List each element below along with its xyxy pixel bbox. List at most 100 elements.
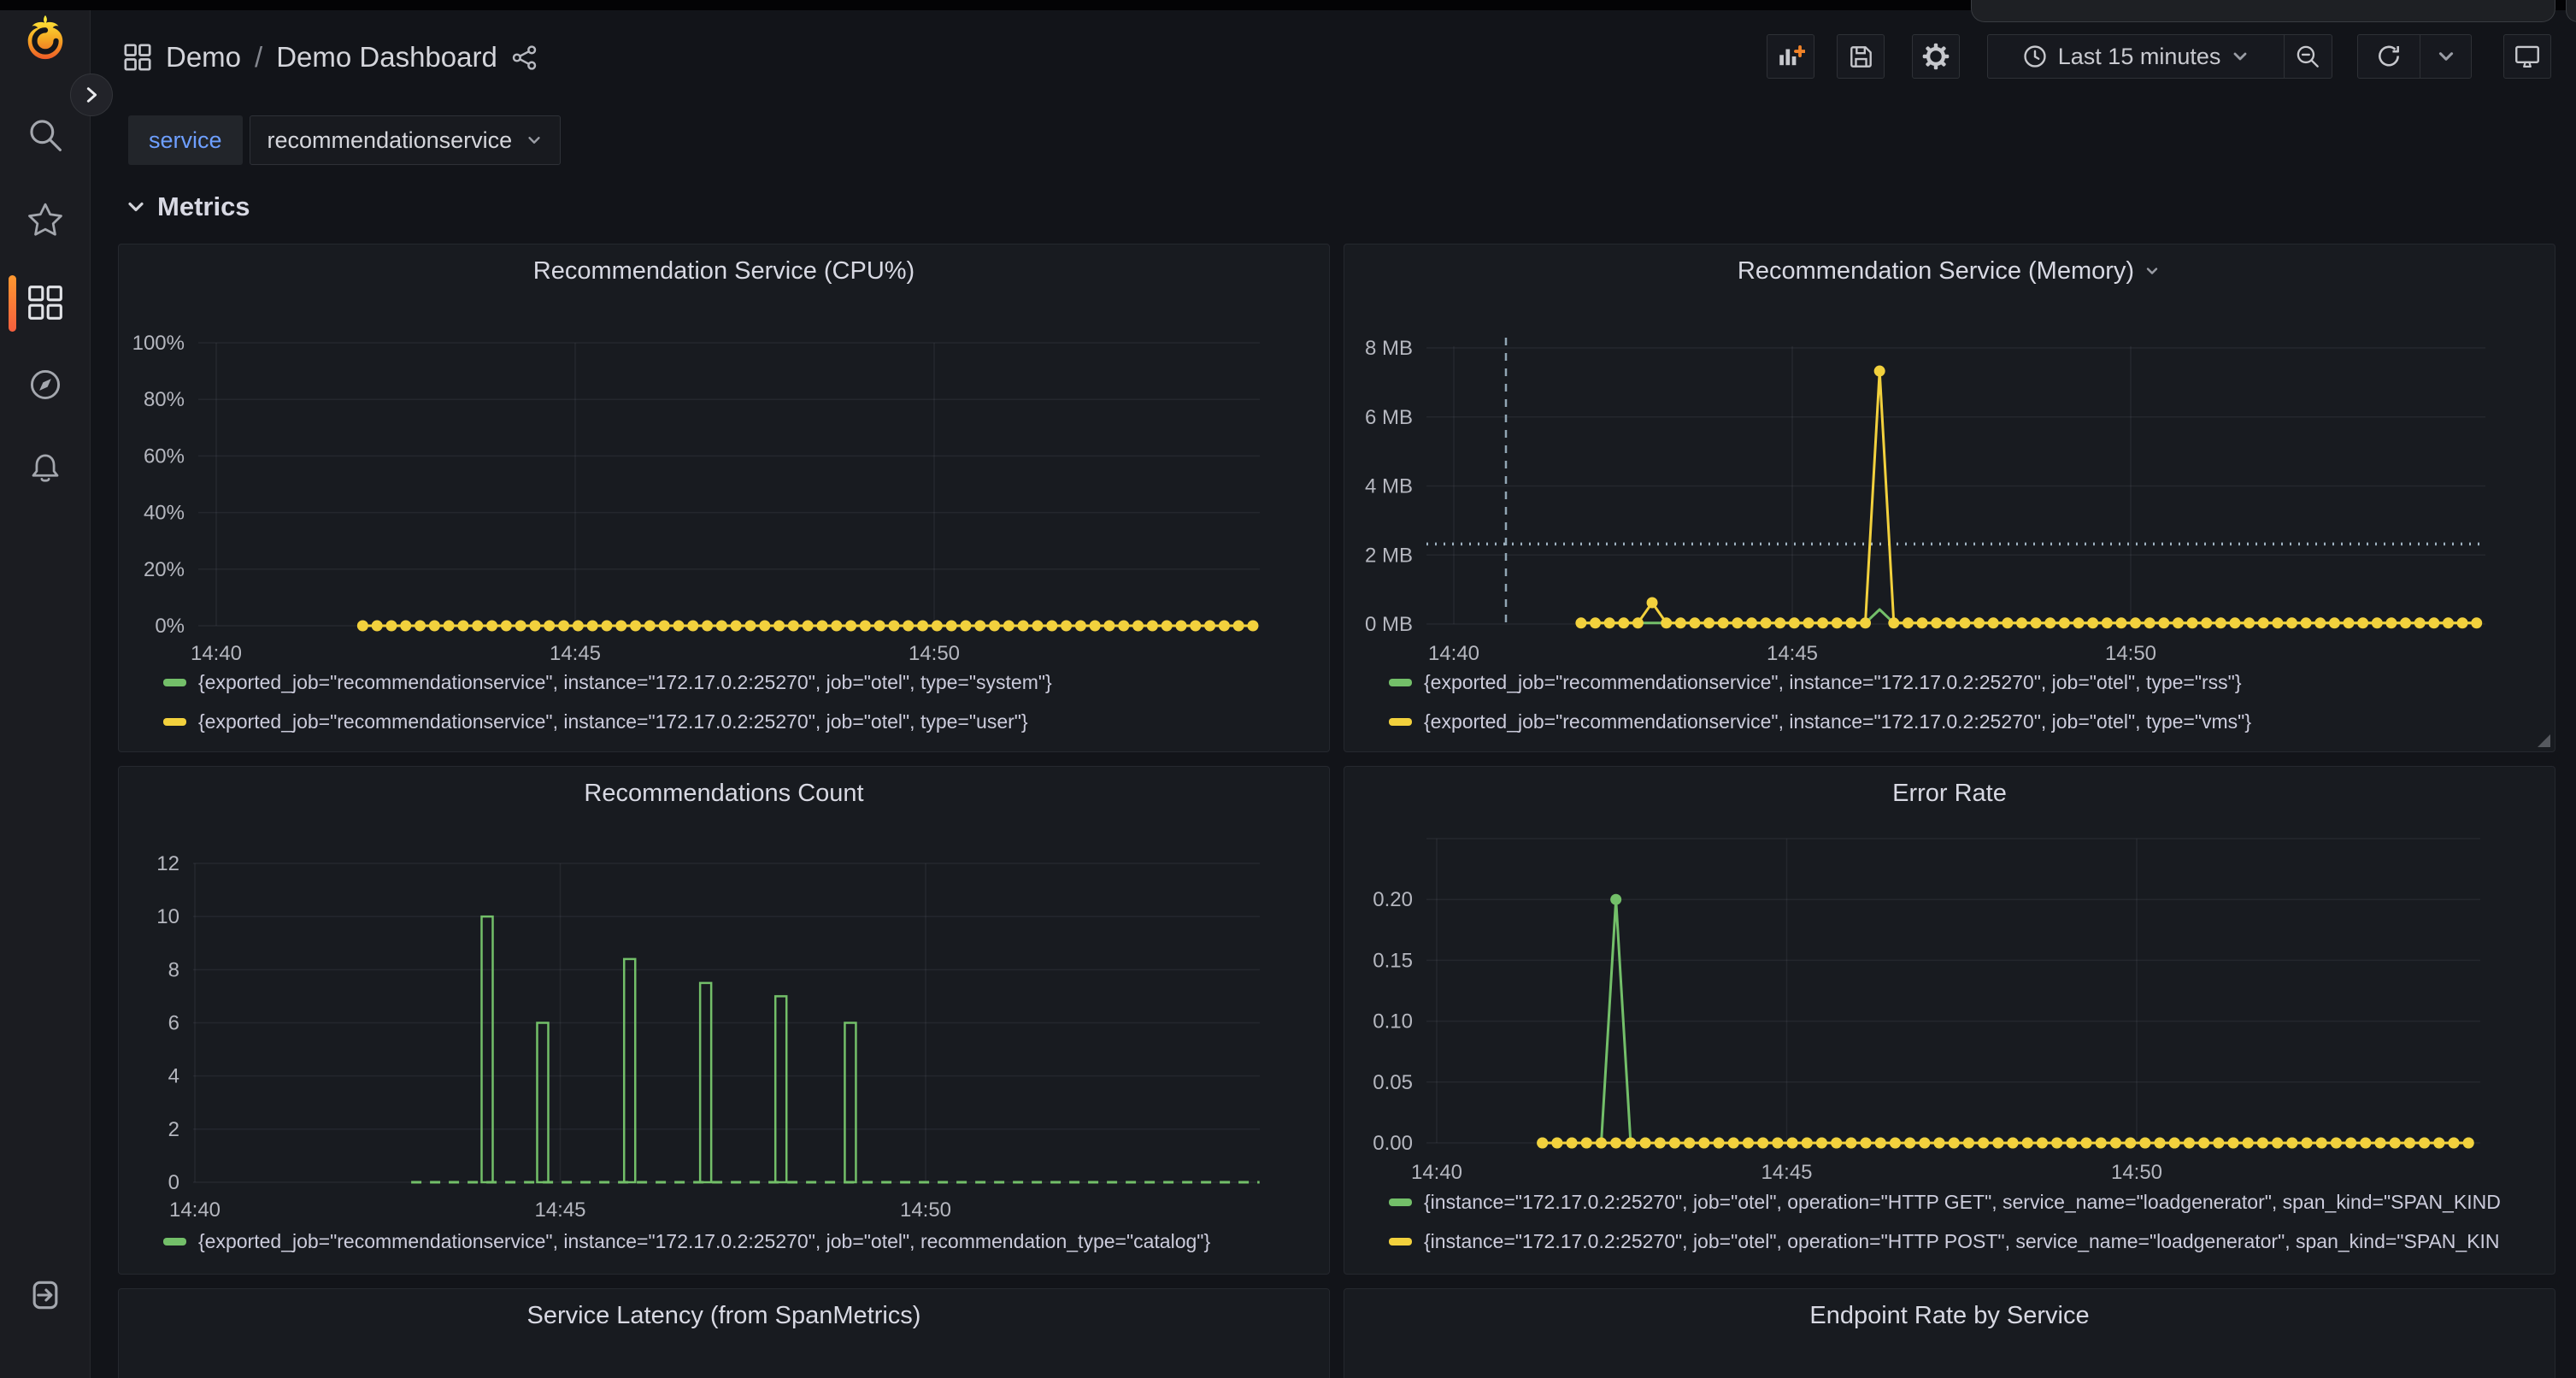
svg-text:14:45: 14:45 — [534, 1198, 585, 1222]
svg-text:2 MB: 2 MB — [1365, 544, 1413, 567]
legend-swatch — [1389, 1198, 1412, 1206]
svg-text:0.20: 0.20 — [1373, 888, 1413, 911]
compass-icon — [26, 366, 64, 403]
legend-swatch — [163, 679, 186, 686]
refresh-interval-dropdown[interactable] — [2420, 35, 2471, 78]
breadcrumb-folder[interactable]: Demo — [166, 41, 241, 74]
svg-text:14:50: 14:50 — [2111, 1161, 2162, 1184]
svg-text:14:40: 14:40 — [1428, 642, 1479, 665]
svg-text:14:40: 14:40 — [169, 1198, 221, 1222]
legend-label: {instance="172.17.0.2:25270", job="otel"… — [1424, 1191, 2501, 1214]
add-panel-button[interactable] — [1767, 34, 1814, 79]
sidebar-item-search[interactable] — [26, 115, 65, 155]
svg-text:6 MB: 6 MB — [1365, 406, 1413, 429]
breadcrumb-dashboard-title[interactable]: Demo Dashboard — [276, 41, 497, 74]
legend-swatch — [163, 1238, 186, 1246]
refresh-icon — [2375, 43, 2403, 70]
panel-endpoint-rate: Endpoint Rate by Service — [1344, 1288, 2555, 1378]
grafana-app: Demo / Demo Dashboard — [0, 0, 2576, 1378]
panel-service-latency: Service Latency (from SpanMetrics) — [118, 1288, 1330, 1378]
save-dashboard-button[interactable] — [1837, 34, 1885, 79]
legend-label: {exported_job="recommendationservice", i… — [198, 1230, 1210, 1253]
svg-text:6: 6 — [168, 1012, 179, 1035]
gear-icon — [1921, 42, 1950, 71]
share-icon[interactable] — [511, 44, 538, 71]
time-range-label: Last 15 minutes — [2058, 44, 2221, 70]
browser-overlay — [1971, 0, 2555, 22]
legend-item[interactable]: {exported_job="recommendationservice", i… — [119, 662, 1322, 702]
legend-item[interactable]: {instance="172.17.0.2:25270", job="otel"… — [1344, 1182, 2548, 1222]
legend-swatch — [1389, 679, 1412, 686]
time-picker-group: Last 15 minutes — [1987, 34, 2332, 79]
legend: {exported_job="recommendationservice", i… — [119, 662, 1322, 741]
panel-recommendations-count: Recommendations Count 12108642014:4014:4… — [118, 766, 1330, 1275]
svg-text:0%: 0% — [155, 615, 185, 638]
legend-swatch — [1389, 718, 1412, 726]
panel-title-text: Service Latency (from SpanMetrics) — [527, 1302, 921, 1330]
grafana-logo[interactable] — [21, 13, 70, 62]
legend: {exported_job="recommendationservice", i… — [1344, 662, 2548, 741]
sidebar-item-explore[interactable] — [26, 365, 65, 404]
variable-label[interactable]: service — [128, 115, 243, 165]
sidebar-item-starred[interactable] — [26, 200, 65, 239]
legend-label: {exported_job="recommendationservice", i… — [198, 671, 1052, 694]
search-icon — [26, 116, 64, 154]
legend-item[interactable]: {exported_job="recommendationservice", i… — [1344, 662, 2548, 702]
legend-swatch — [163, 718, 186, 726]
breadcrumb: Demo / Demo Dashboard — [123, 38, 538, 77]
svg-text:8 MB: 8 MB — [1365, 337, 1413, 360]
legend-item[interactable]: {exported_job="recommendationservice", i… — [1344, 702, 2548, 741]
legend-swatch — [1389, 1238, 1412, 1246]
refresh-button[interactable] — [2358, 35, 2420, 78]
time-range-button[interactable]: Last 15 minutes — [1988, 35, 2284, 78]
svg-text:14:50: 14:50 — [909, 642, 960, 665]
svg-text:14:45: 14:45 — [1767, 642, 1818, 665]
legend-item[interactable]: {exported_job="recommendationservice", i… — [119, 1222, 1322, 1261]
add-panel-icon — [1776, 42, 1805, 71]
svg-text:10: 10 — [156, 905, 179, 928]
chevron-right-icon — [82, 85, 101, 104]
svg-text:14:40: 14:40 — [1411, 1161, 1462, 1184]
panel-resize-handle[interactable] — [2538, 734, 2550, 747]
svg-text:80%: 80% — [144, 388, 185, 411]
panel-title[interactable]: Service Latency (from SpanMetrics) — [119, 1289, 1329, 1342]
chevron-down-icon — [2436, 46, 2456, 67]
save-icon — [1848, 44, 1874, 70]
svg-text:14:40: 14:40 — [191, 642, 242, 665]
sign-out-icon — [26, 1276, 64, 1314]
svg-text:4: 4 — [168, 1065, 179, 1088]
chevron-down-icon — [526, 132, 543, 149]
svg-text:14:45: 14:45 — [1761, 1161, 1812, 1184]
row-header-metrics[interactable]: Metrics — [125, 188, 250, 226]
star-icon — [26, 201, 64, 238]
legend-item[interactable]: {instance="172.17.0.2:25270", job="otel"… — [1344, 1222, 2548, 1261]
svg-text:0.05: 0.05 — [1373, 1071, 1413, 1094]
sidebar-item-alerting[interactable] — [26, 449, 65, 488]
refresh-group — [2357, 34, 2472, 79]
active-nav-indicator — [9, 275, 16, 332]
kiosk-mode-button[interactable] — [2503, 34, 2551, 79]
bell-icon — [26, 450, 64, 487]
svg-text:4 MB: 4 MB — [1365, 475, 1413, 498]
dashboard-settings-button[interactable] — [1912, 34, 1960, 79]
svg-text:14:50: 14:50 — [900, 1198, 951, 1222]
legend-item[interactable]: {exported_job="recommendationservice", i… — [119, 702, 1322, 741]
browser-overlay-edge — [2566, 0, 2576, 22]
svg-text:14:45: 14:45 — [550, 642, 601, 665]
zoom-out-time-button[interactable] — [2285, 35, 2332, 78]
grafana-logo-icon — [21, 13, 70, 62]
legend: {exported_job="recommendationservice", i… — [119, 1222, 1322, 1261]
zoom-out-icon — [2295, 44, 2321, 70]
sidebar-item-dashboards[interactable] — [26, 283, 65, 322]
variable-value-dropdown[interactable]: recommendationservice — [250, 115, 562, 165]
sidebar-expand-button[interactable] — [70, 74, 113, 116]
svg-text:0: 0 — [168, 1171, 179, 1194]
svg-text:2: 2 — [168, 1118, 179, 1141]
sidebar-item-sign-out[interactable] — [26, 1275, 65, 1315]
panel-cpu: Recommendation Service (CPU%) 100%80%60%… — [118, 244, 1330, 752]
panel-title[interactable]: Endpoint Rate by Service — [1344, 1289, 2555, 1342]
breadcrumb-separator: / — [255, 41, 262, 74]
monitor-icon — [2513, 42, 2542, 71]
svg-text:100%: 100% — [132, 332, 185, 355]
variable-value: recommendationservice — [268, 127, 513, 154]
